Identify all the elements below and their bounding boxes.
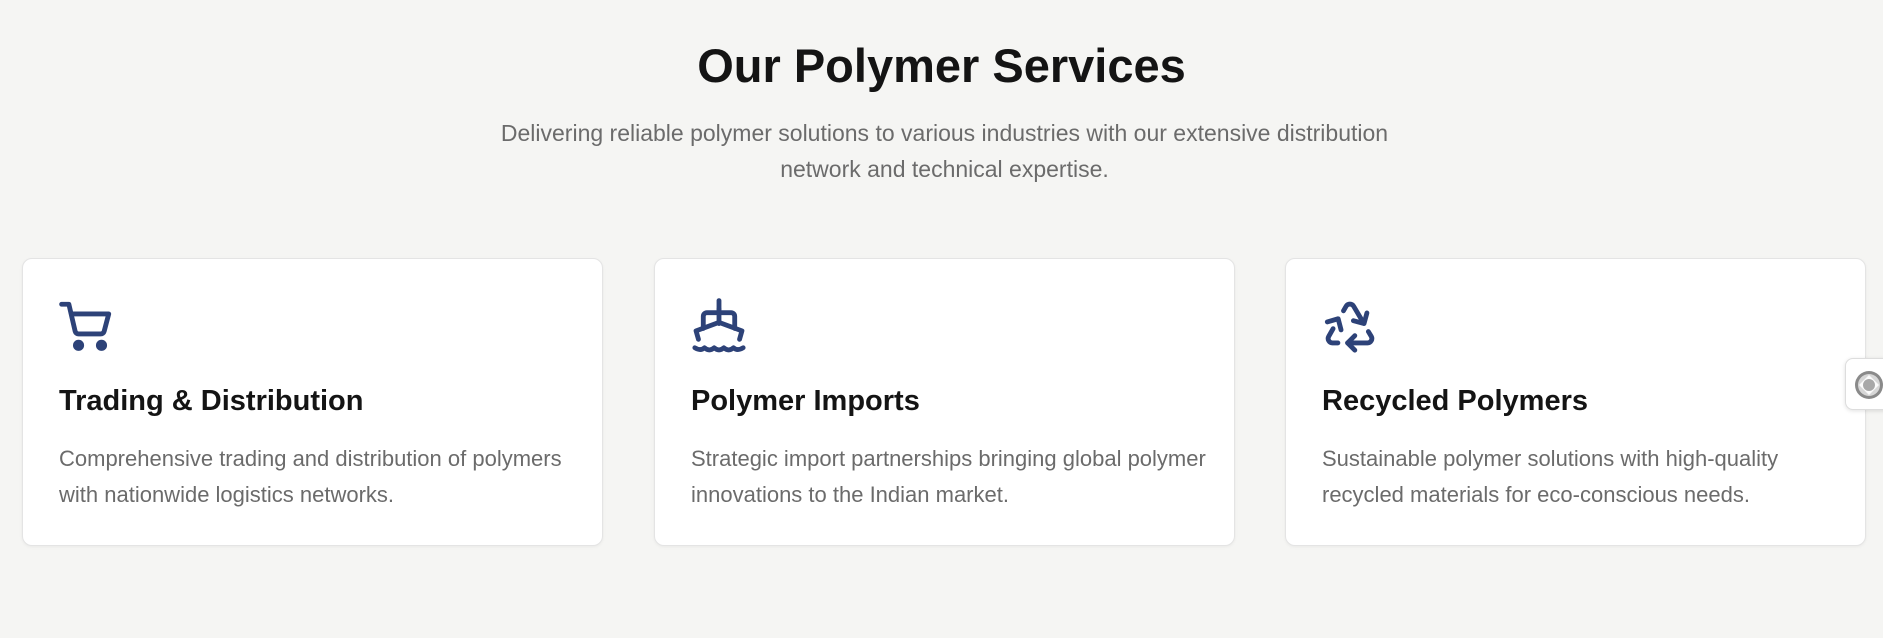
service-card-trading: Trading & Distribution Comprehensive tra… — [22, 258, 603, 546]
service-description: Strategic import partnerships bringing g… — [691, 446, 1206, 507]
service-title: Recycled Polymers — [1322, 385, 1588, 417]
floating-side-button[interactable] — [1845, 358, 1883, 410]
service-card-imports: Polymer Imports Strategic import partner… — [654, 258, 1235, 546]
recycle-icon — [1321, 297, 1379, 355]
service-description: Sustainable polymer solutions with high-… — [1322, 446, 1779, 507]
service-card-recycled: Recycled Polymers Sustainable polymer so… — [1285, 258, 1866, 546]
service-description: Comprehensive trading and distribution o… — [59, 446, 562, 507]
section-title: Our Polymer Services — [697, 39, 1186, 92]
section-subtitle: Delivering reliable polymer solutions to… — [500, 120, 1389, 182]
ship-icon — [690, 297, 748, 355]
service-title: Trading & Distribution — [59, 385, 364, 417]
service-title: Polymer Imports — [691, 385, 920, 417]
shopping-cart-icon — [58, 297, 116, 355]
floating-widget-icon — [1855, 371, 1883, 399]
